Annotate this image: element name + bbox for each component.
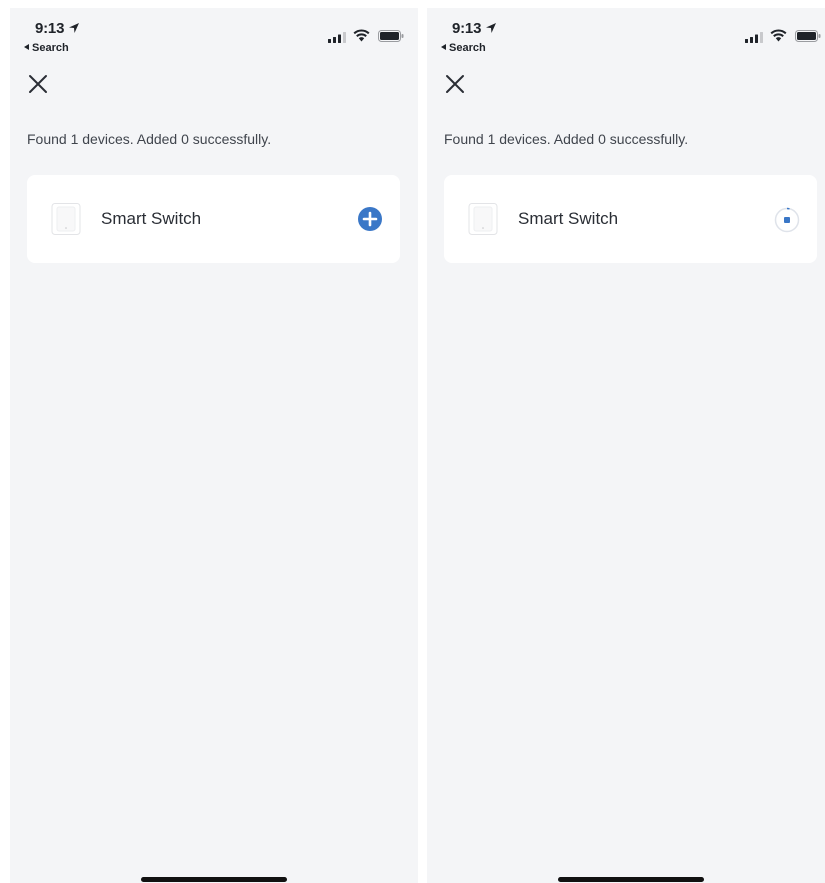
found-devices-summary: Found 1 devices. Added 0 successfully. bbox=[444, 131, 689, 147]
device-card[interactable]: Smart Switch bbox=[444, 175, 817, 263]
back-caret-icon bbox=[441, 44, 446, 50]
add-device-button[interactable] bbox=[358, 207, 382, 231]
location-arrow-icon bbox=[69, 23, 79, 33]
status-time: 9:13 bbox=[35, 20, 65, 37]
device-name: Smart Switch bbox=[518, 209, 619, 228]
back-app-label: Search bbox=[449, 42, 486, 54]
device-card[interactable]: Smart Switch bbox=[27, 175, 400, 263]
found-devices-summary: Found 1 devices. Added 0 successfully. bbox=[27, 131, 272, 147]
device-name: Smart Switch bbox=[101, 209, 202, 228]
status-bar: 9:13 Search bbox=[427, 8, 825, 58]
battery-icon bbox=[378, 30, 404, 42]
phone-screen-right: 9:13 Search Found 1 devices. Added 0 suc… bbox=[427, 8, 825, 883]
battery-icon bbox=[795, 30, 821, 42]
status-bar: 9:13 Search bbox=[10, 8, 418, 58]
back-to-app-link[interactable]: Search bbox=[24, 42, 69, 54]
signal-icon bbox=[328, 32, 346, 43]
progress-spinner-icon bbox=[774, 207, 800, 233]
close-button[interactable] bbox=[26, 72, 50, 96]
back-caret-icon bbox=[24, 44, 29, 50]
phone-screen-left: 9:13 Search Found 1 devices. Added 0 suc… bbox=[10, 8, 418, 883]
switch-device-icon bbox=[51, 203, 81, 235]
wifi-icon bbox=[353, 29, 370, 42]
home-indicator[interactable] bbox=[558, 877, 704, 882]
back-app-label: Search bbox=[32, 42, 69, 54]
wifi-icon bbox=[770, 29, 787, 42]
close-button[interactable] bbox=[443, 72, 467, 96]
home-indicator[interactable] bbox=[141, 877, 287, 882]
switch-device-icon bbox=[468, 203, 498, 235]
signal-icon bbox=[745, 32, 763, 43]
back-to-app-link[interactable]: Search bbox=[441, 42, 486, 54]
status-time: 9:13 bbox=[452, 20, 482, 37]
location-arrow-icon bbox=[486, 23, 496, 33]
